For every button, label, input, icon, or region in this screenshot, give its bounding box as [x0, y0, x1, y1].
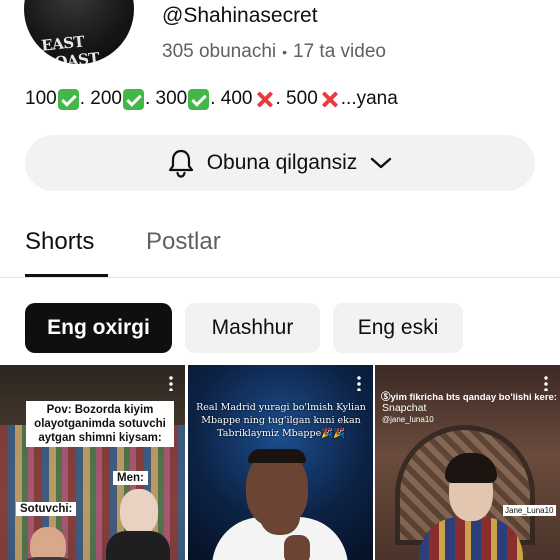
subscriber-count: 305 obunachi [162, 41, 277, 62]
tab-postlar[interactable]: Postlar [146, 228, 221, 256]
more-options-icon[interactable] [357, 375, 361, 391]
desc-part: . 500 [275, 88, 318, 109]
player-hair-image [248, 449, 306, 463]
short-thumbnail[interactable]: Real Madrid yuragi bo'lmish Kylian Mbapp… [188, 365, 373, 560]
filter-chip-latest[interactable]: Eng oxirgi [25, 303, 172, 353]
avatar-text: EAST COAST [40, 32, 100, 64]
desc-part: . 400 [210, 88, 253, 109]
check-mark-icon [188, 88, 210, 110]
subscribed-button[interactable]: Obuna qilgansiz [25, 135, 535, 191]
short-thumbnail[interactable]: Pov: Bozorda kiyim olayotganimda sotuvch… [0, 365, 185, 560]
short-thumbnail[interactable]: Ⓢyim fikricha bts qanday bo'lishi kere: … [375, 365, 560, 560]
short-caption: Ⓢyim fikricha bts qanday bo'lishi kere: [381, 392, 557, 403]
channel-avatar[interactable]: EAST COAST [24, 0, 134, 64]
check-mark-icon [122, 88, 144, 110]
cross-mark-icon [254, 89, 275, 110]
filter-chip-popular[interactable]: Mashhur [185, 303, 320, 353]
subscribed-label: Obuna qilgansiz [206, 151, 358, 174]
snapchat-title: Snapchat [382, 402, 427, 414]
snapchat-watermark: Snapchat @jane_luna10 [382, 403, 434, 425]
person-image [106, 531, 170, 560]
channel-tabs: Shorts Postlar [0, 216, 560, 278]
check-mark-icon [57, 88, 79, 110]
more-options-icon[interactable] [544, 375, 548, 391]
short-label-seller: Sotuvchi: [16, 502, 77, 516]
tab-shorts[interactable]: Shorts [25, 228, 94, 256]
person-image [30, 527, 66, 560]
short-label-men: Men: [113, 471, 148, 485]
desc-part: . 200 [79, 88, 122, 109]
active-tab-indicator [25, 274, 108, 277]
video-count: 17 ta video [293, 41, 386, 62]
bell-icon [167, 148, 195, 178]
chevron-down-icon [369, 155, 393, 171]
snapchat-user: @jane_luna10 [382, 415, 434, 424]
short-name-tag: Jane_Luna10 [503, 505, 556, 516]
desc-part: . 300 [144, 88, 188, 109]
person-image [120, 489, 158, 535]
short-caption: Real Madrid yuragi bo'lmish Kylian Mbapp… [196, 402, 366, 439]
more-options-icon[interactable] [169, 375, 173, 391]
channel-meta: 305 obunachi • 17 ta video [162, 41, 386, 63]
desc-part: ...yana [340, 88, 398, 109]
desc-part: 100 [25, 88, 57, 109]
filter-chip-oldest[interactable]: Eng eski [333, 303, 463, 353]
channel-description[interactable]: 100 . 200 . 300 . 400 . 500 ...yana [25, 88, 398, 110]
meta-separator: • [282, 44, 288, 60]
short-caption: Pov: Bozorda kiyim olayotganimda sotuvch… [26, 401, 174, 447]
channel-handle: @Shahinasecret [162, 4, 318, 27]
player-hand-image [284, 535, 310, 560]
cross-mark-icon [319, 89, 340, 110]
